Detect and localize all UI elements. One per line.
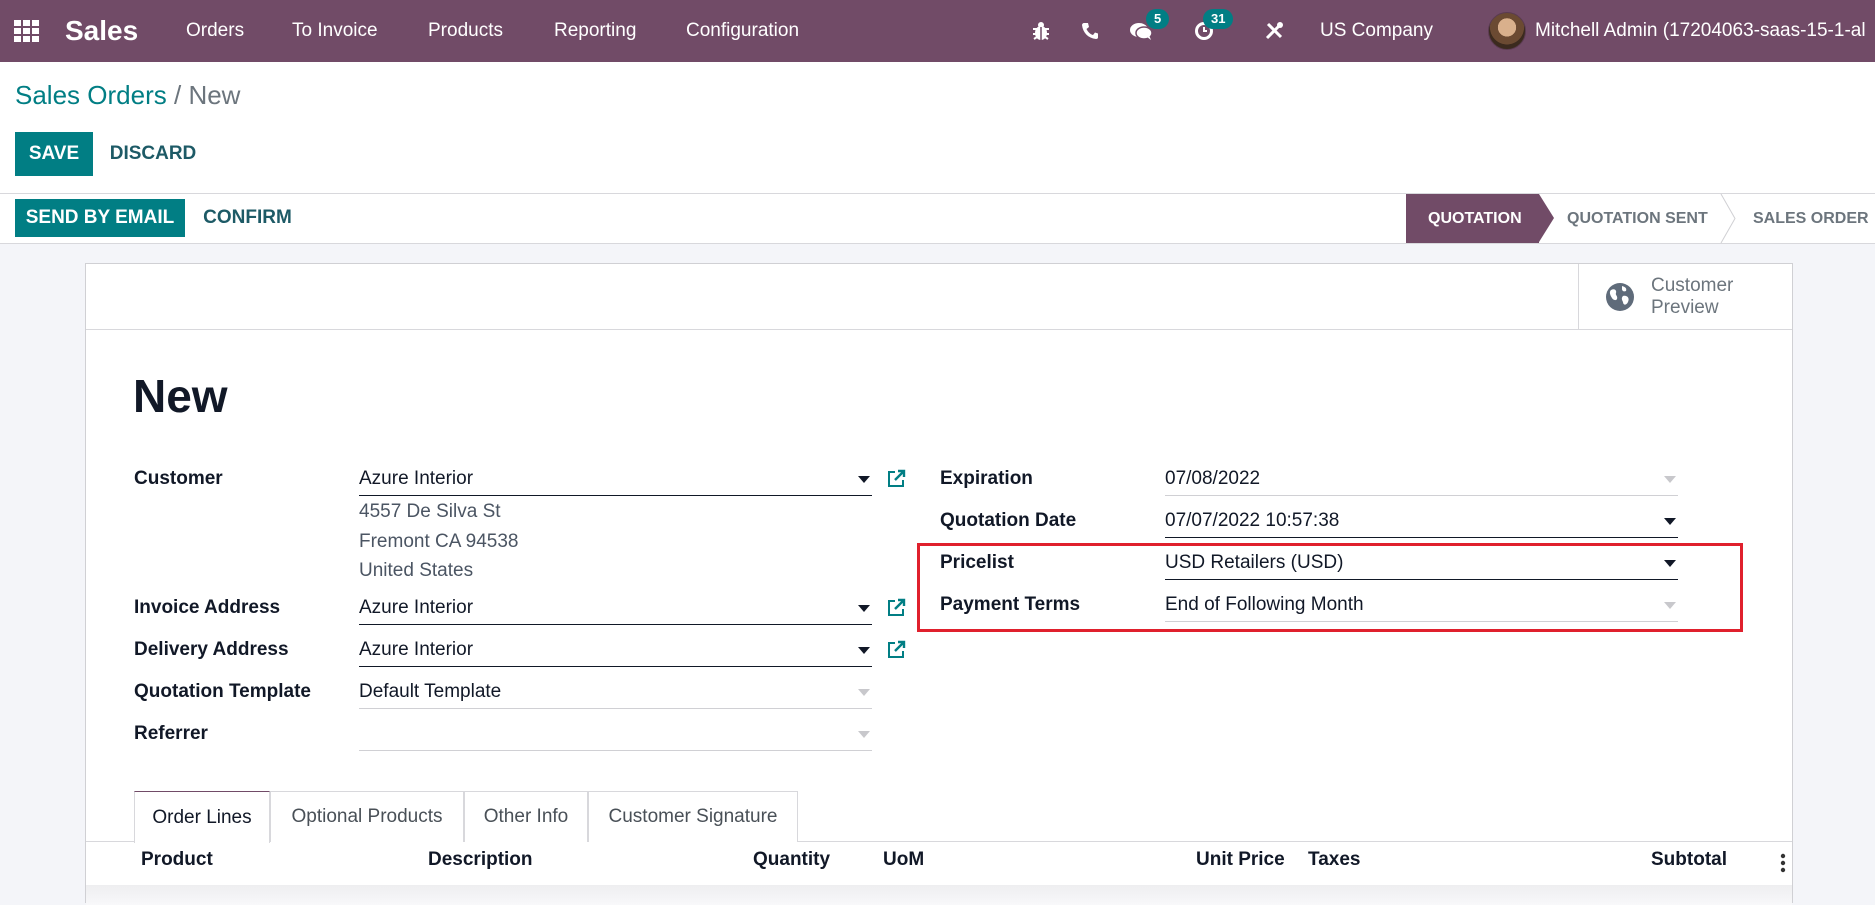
phone-button[interactable] [1075, 0, 1105, 62]
referrer-label: Referrer [134, 723, 208, 744]
menu-products[interactable]: Products [428, 0, 503, 62]
column-product[interactable]: Product [141, 849, 213, 871]
quotation-date-label: Quotation Date [940, 510, 1077, 531]
expiration-field[interactable]: 07/08/2022 [1165, 462, 1678, 496]
column-options-icon[interactable] [1780, 853, 1786, 873]
dropdown-caret-icon [858, 605, 870, 612]
avatar [1488, 12, 1526, 50]
record-title: New [133, 370, 228, 422]
expiration-value: 07/08/2022 [1165, 467, 1261, 489]
column-subtotal[interactable]: Subtotal [1651, 849, 1727, 871]
menu-to-invoice[interactable]: To Invoice [292, 0, 378, 62]
customer-value: Azure Interior [359, 467, 474, 489]
quotation-date-field[interactable]: 07/07/2022 10:57:38 [1165, 504, 1678, 538]
tools-button[interactable] [1259, 0, 1289, 62]
breadcrumb-current: New [188, 80, 241, 110]
external-link-icon[interactable] [886, 469, 906, 489]
tab-other-info[interactable]: Other Info [464, 791, 588, 842]
customer-label: Customer [134, 468, 223, 489]
customer-address-country: United States [359, 560, 474, 581]
delivery-address-value: Azure Interior [359, 638, 474, 660]
external-link-icon[interactable] [886, 640, 906, 660]
statusbar-divider [0, 243, 1875, 244]
tab-order-lines[interactable]: Order Lines [134, 791, 270, 843]
notebook-tabs: Order Lines Optional Products Other Info… [86, 791, 1792, 843]
status-quotation[interactable]: QUOTATION [1406, 194, 1539, 243]
dropdown-caret-icon [1664, 518, 1676, 525]
breadcrumb-separator: / [173, 80, 182, 110]
status-sales-order[interactable]: SALES ORDER [1753, 194, 1869, 243]
customer-preview-button[interactable]: Customer Preview [1578, 264, 1792, 329]
dropdown-caret-icon [858, 647, 870, 654]
status-quotation-sent[interactable]: QUOTATION SENT [1567, 194, 1708, 243]
dropdown-caret-icon [858, 689, 870, 696]
invoice-address-value: Azure Interior [359, 596, 474, 618]
top-navbar: Sales Orders To Invoice Products Reporti… [0, 0, 1875, 62]
tab-customer-signature[interactable]: Customer Signature [588, 791, 798, 842]
column-quantity[interactable]: Quantity [753, 849, 830, 871]
phone-icon [1082, 23, 1098, 39]
menu-reporting[interactable]: Reporting [554, 0, 636, 62]
debug-button[interactable] [1026, 0, 1056, 62]
tab-optional-products[interactable]: Optional Products [270, 791, 464, 842]
save-button[interactable]: SAVE [15, 132, 93, 176]
messages-count-badge: 5 [1146, 9, 1170, 29]
breadcrumb: Sales Orders / New [15, 80, 240, 111]
column-taxes[interactable]: Taxes [1308, 849, 1360, 871]
customer-field[interactable]: Azure Interior [359, 462, 872, 496]
confirm-button[interactable]: CONFIRM [195, 199, 300, 237]
bug-icon [1033, 22, 1049, 40]
dropdown-caret-icon [1664, 476, 1676, 483]
referrer-field[interactable] [359, 717, 872, 751]
menu-orders[interactable]: Orders [186, 0, 244, 62]
order-lines-body [86, 885, 1792, 905]
user-menu[interactable]: Mitchell Admin (17204063-saas-15-1-al [1488, 0, 1866, 62]
app-name[interactable]: Sales [65, 0, 138, 62]
customer-preview-label: Customer Preview [1651, 274, 1734, 318]
delivery-address-field[interactable]: Azure Interior [359, 633, 872, 667]
quotation-date-value: 07/07/2022 10:57:38 [1165, 509, 1340, 531]
tools-icon [1265, 22, 1283, 40]
quotation-template-field[interactable]: Default Template [359, 675, 872, 709]
status-arrow-active [1539, 194, 1554, 242]
highlight-box [917, 543, 1743, 632]
external-link-icon[interactable] [886, 598, 906, 618]
company-switcher[interactable]: US Company [1320, 0, 1433, 62]
apps-grid-icon [14, 20, 39, 42]
customer-address-street: 4557 De Silva St [359, 501, 501, 522]
quotation-template-value: Default Template [359, 680, 502, 702]
status-separator [1720, 194, 1736, 243]
discard-button[interactable]: DISCARD [103, 132, 203, 176]
quotation-template-label: Quotation Template [134, 681, 311, 702]
dropdown-caret-icon [858, 476, 870, 483]
breadcrumb-sales-orders[interactable]: Sales Orders [15, 80, 167, 110]
column-uom[interactable]: UoM [883, 849, 924, 871]
apps-menu-button[interactable] [14, 0, 42, 62]
dropdown-caret-icon [858, 731, 870, 738]
invoice-address-label: Invoice Address [134, 597, 281, 618]
globe-icon [1606, 282, 1634, 311]
delivery-address-label: Delivery Address [134, 639, 289, 660]
button-box: Customer Preview [86, 264, 1792, 330]
activity-count-badge: 31 [1203, 9, 1234, 29]
invoice-address-field[interactable]: Azure Interior [359, 591, 872, 625]
expiration-label: Expiration [940, 468, 1033, 489]
column-unit-price[interactable]: Unit Price [1196, 849, 1285, 871]
menu-configuration[interactable]: Configuration [686, 0, 799, 62]
customer-address-city: Fremont CA 94538 [359, 531, 519, 552]
send-by-email-button[interactable]: SEND BY EMAIL [15, 199, 185, 237]
user-name: Mitchell Admin (17204063-saas-15-1-al [1535, 20, 1866, 41]
column-description[interactable]: Description [428, 849, 533, 871]
